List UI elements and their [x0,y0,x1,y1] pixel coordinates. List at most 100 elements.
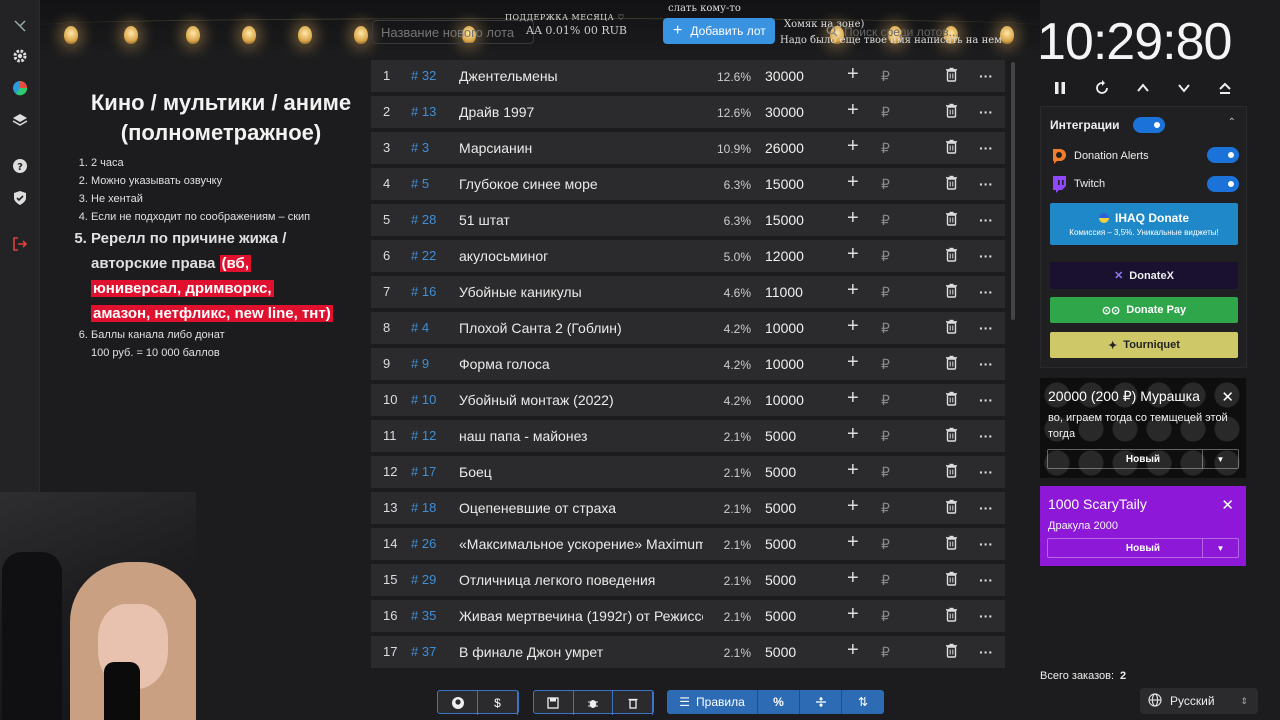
trash-icon[interactable] [945,103,958,121]
lot-name-input[interactable] [372,20,534,44]
donation-alerts-toggle[interactable] [1207,147,1239,163]
add-amount-icon[interactable]: + [847,423,859,446]
lot-title[interactable]: Джентельмены [459,68,703,84]
ruble-icon[interactable]: ₽ [881,356,890,373]
lot-amount[interactable]: 15000 [765,176,804,192]
trash-icon[interactable] [945,535,958,553]
trash-icon[interactable] [945,283,958,301]
more-icon[interactable]: ··· [979,392,993,408]
dollar-icon[interactable]: $ [478,691,518,715]
tourniquet-button[interactable]: ✦ Tourniquet [1050,332,1238,358]
chevron-down-icon[interactable] [1172,76,1196,100]
layers-icon[interactable] [10,110,30,130]
lot-amount[interactable]: 11000 [765,284,803,300]
ihaq-donate-button[interactable]: IHAQ Donate Комиссия – 3,5%. Уникальные … [1050,203,1238,245]
trash-icon[interactable] [945,463,958,481]
trash-list-icon[interactable] [613,691,654,715]
lot-amount[interactable]: 5000 [765,608,796,624]
lot-title[interactable]: Убойный монтаж (2022) [459,392,703,408]
lot-title[interactable]: наш папа - майонез [459,428,703,444]
lot-title[interactable]: Боец [459,464,703,480]
add-amount-icon[interactable]: + [847,603,859,626]
close-icon[interactable]: ✕ [1221,496,1234,514]
lot-row[interactable]: 17 # 37 В финале Джон умрет 2.1% 5000 + ₽ ··· [371,636,1005,668]
help-icon[interactable]: ? [10,156,30,176]
lot-title[interactable]: В финале Джон умрет [459,644,703,660]
lot-amount[interactable]: 5000 [765,644,796,660]
lot-title[interactable]: Живая мертвечина (1992г) от Режиссера [459,608,703,624]
add-amount-icon[interactable]: + [847,207,859,230]
lot-row[interactable]: 11 # 12 наш папа - майонез 2.1% 5000 + ₽ ··· [371,420,1005,452]
lot-id[interactable]: # 18 [411,500,436,515]
lot-id[interactable]: # 17 [411,464,436,479]
lot-amount[interactable]: 5000 [765,536,796,552]
lot-amount[interactable]: 15000 [765,212,804,228]
add-amount-icon[interactable]: + [847,135,859,158]
double-chevron-up-icon[interactable] [1213,76,1237,100]
trash-icon[interactable] [945,607,958,625]
chevron-down-icon[interactable]: ▼ [1202,450,1238,468]
lot-amount[interactable]: 12000 [765,248,804,264]
lot-title[interactable]: Марсианин [459,140,703,156]
lot-amount[interactable]: 10000 [765,356,804,372]
ruble-icon[interactable]: ₽ [881,464,890,481]
trash-icon[interactable] [945,139,958,157]
lot-title[interactable]: Оцепеневшие от страха [459,500,703,516]
ruble-icon[interactable]: ₽ [881,644,890,661]
percent-button[interactable]: % [758,690,800,714]
add-amount-icon[interactable]: + [847,315,859,338]
lot-row[interactable]: 6 # 22 акулосьминог 5.0% 12000 + ₽ ··· [371,240,1005,272]
lot-amount[interactable]: 10000 [765,320,804,336]
add-amount-icon[interactable]: + [847,279,859,302]
ruble-icon[interactable]: ₽ [881,140,890,157]
add-amount-icon[interactable]: + [847,567,859,590]
lot-id[interactable]: # 12 [411,428,436,443]
lot-id[interactable]: # 3 [411,140,429,155]
lot-id[interactable]: # 29 [411,572,436,587]
add-amount-icon[interactable]: + [847,387,859,410]
sort-icon[interactable]: ⇅ [842,690,884,714]
trash-icon[interactable] [945,211,958,229]
lots-scrollbar[interactable] [1011,62,1015,320]
more-icon[interactable]: ··· [979,572,993,588]
lot-row[interactable]: 4 # 5 Глубокое синее море 6.3% 15000 + ₽ ··· [371,168,1005,200]
trash-icon[interactable] [945,499,958,517]
compress-icon[interactable] [800,690,842,714]
trash-icon[interactable] [945,67,958,85]
pause-icon[interactable] [1048,76,1072,100]
trash-icon[interactable] [945,571,958,589]
ruble-icon[interactable]: ₽ [881,68,890,85]
lot-row[interactable]: 5 # 28 51 штат 6.3% 15000 + ₽ ··· [371,204,1005,236]
lot-amount[interactable]: 5000 [765,500,796,516]
lot-row[interactable]: 10 # 10 Убойный монтаж (2022) 4.2% 10000 + ₽ ··… [371,384,1005,416]
lot-id[interactable]: # 5 [411,176,429,191]
lot-amount[interactable]: 5000 [765,428,796,444]
add-lot-button[interactable]: + Добавить лот [663,18,775,44]
logout-icon[interactable] [10,234,30,254]
status-new-button[interactable]: Новый ▼ [1047,449,1239,469]
ruble-icon[interactable]: ₽ [881,392,890,409]
ruble-icon[interactable]: ₽ [881,536,890,553]
lot-id[interactable]: # 28 [411,212,436,227]
lot-row[interactable]: 9 # 9 Форма голоса 4.2% 10000 + ₽ ··· [371,348,1005,380]
lot-row[interactable]: 12 # 17 Боец 2.1% 5000 + ₽ ··· [371,456,1005,488]
status-new-button[interactable]: Новый ▼ [1047,538,1239,558]
lot-title[interactable]: Драйв 1997 [459,104,703,120]
lot-row[interactable]: 8 # 4 Плохой Санта 2 (Гоблин) 4.2% 10000 + ₽ ··… [371,312,1005,344]
close-icon[interactable]: ✕ [1221,388,1234,406]
lot-title[interactable]: Отличница легкого поведения [459,572,703,588]
more-icon[interactable]: ··· [979,536,993,552]
lot-title[interactable]: Глубокое синее море [459,176,703,192]
lot-row[interactable]: 3 # 3 Марсианин 10.9% 26000 + ₽ ··· [371,132,1005,164]
ruble-icon[interactable]: ₽ [881,572,890,589]
add-amount-icon[interactable]: + [847,99,859,122]
add-amount-icon[interactable]: + [847,63,859,86]
donatex-button[interactable]: ✕ DonateX [1050,262,1238,289]
ruble-icon[interactable]: ₽ [881,320,890,337]
lot-id[interactable]: # 37 [411,644,436,659]
rules-button[interactable]: ☰ Правила [667,690,758,714]
github-icon[interactable] [438,691,478,715]
chevron-down-icon[interactable]: ▼ [1202,539,1238,557]
lot-id[interactable]: # 22 [411,248,436,263]
lot-amount[interactable]: 5000 [765,572,796,588]
